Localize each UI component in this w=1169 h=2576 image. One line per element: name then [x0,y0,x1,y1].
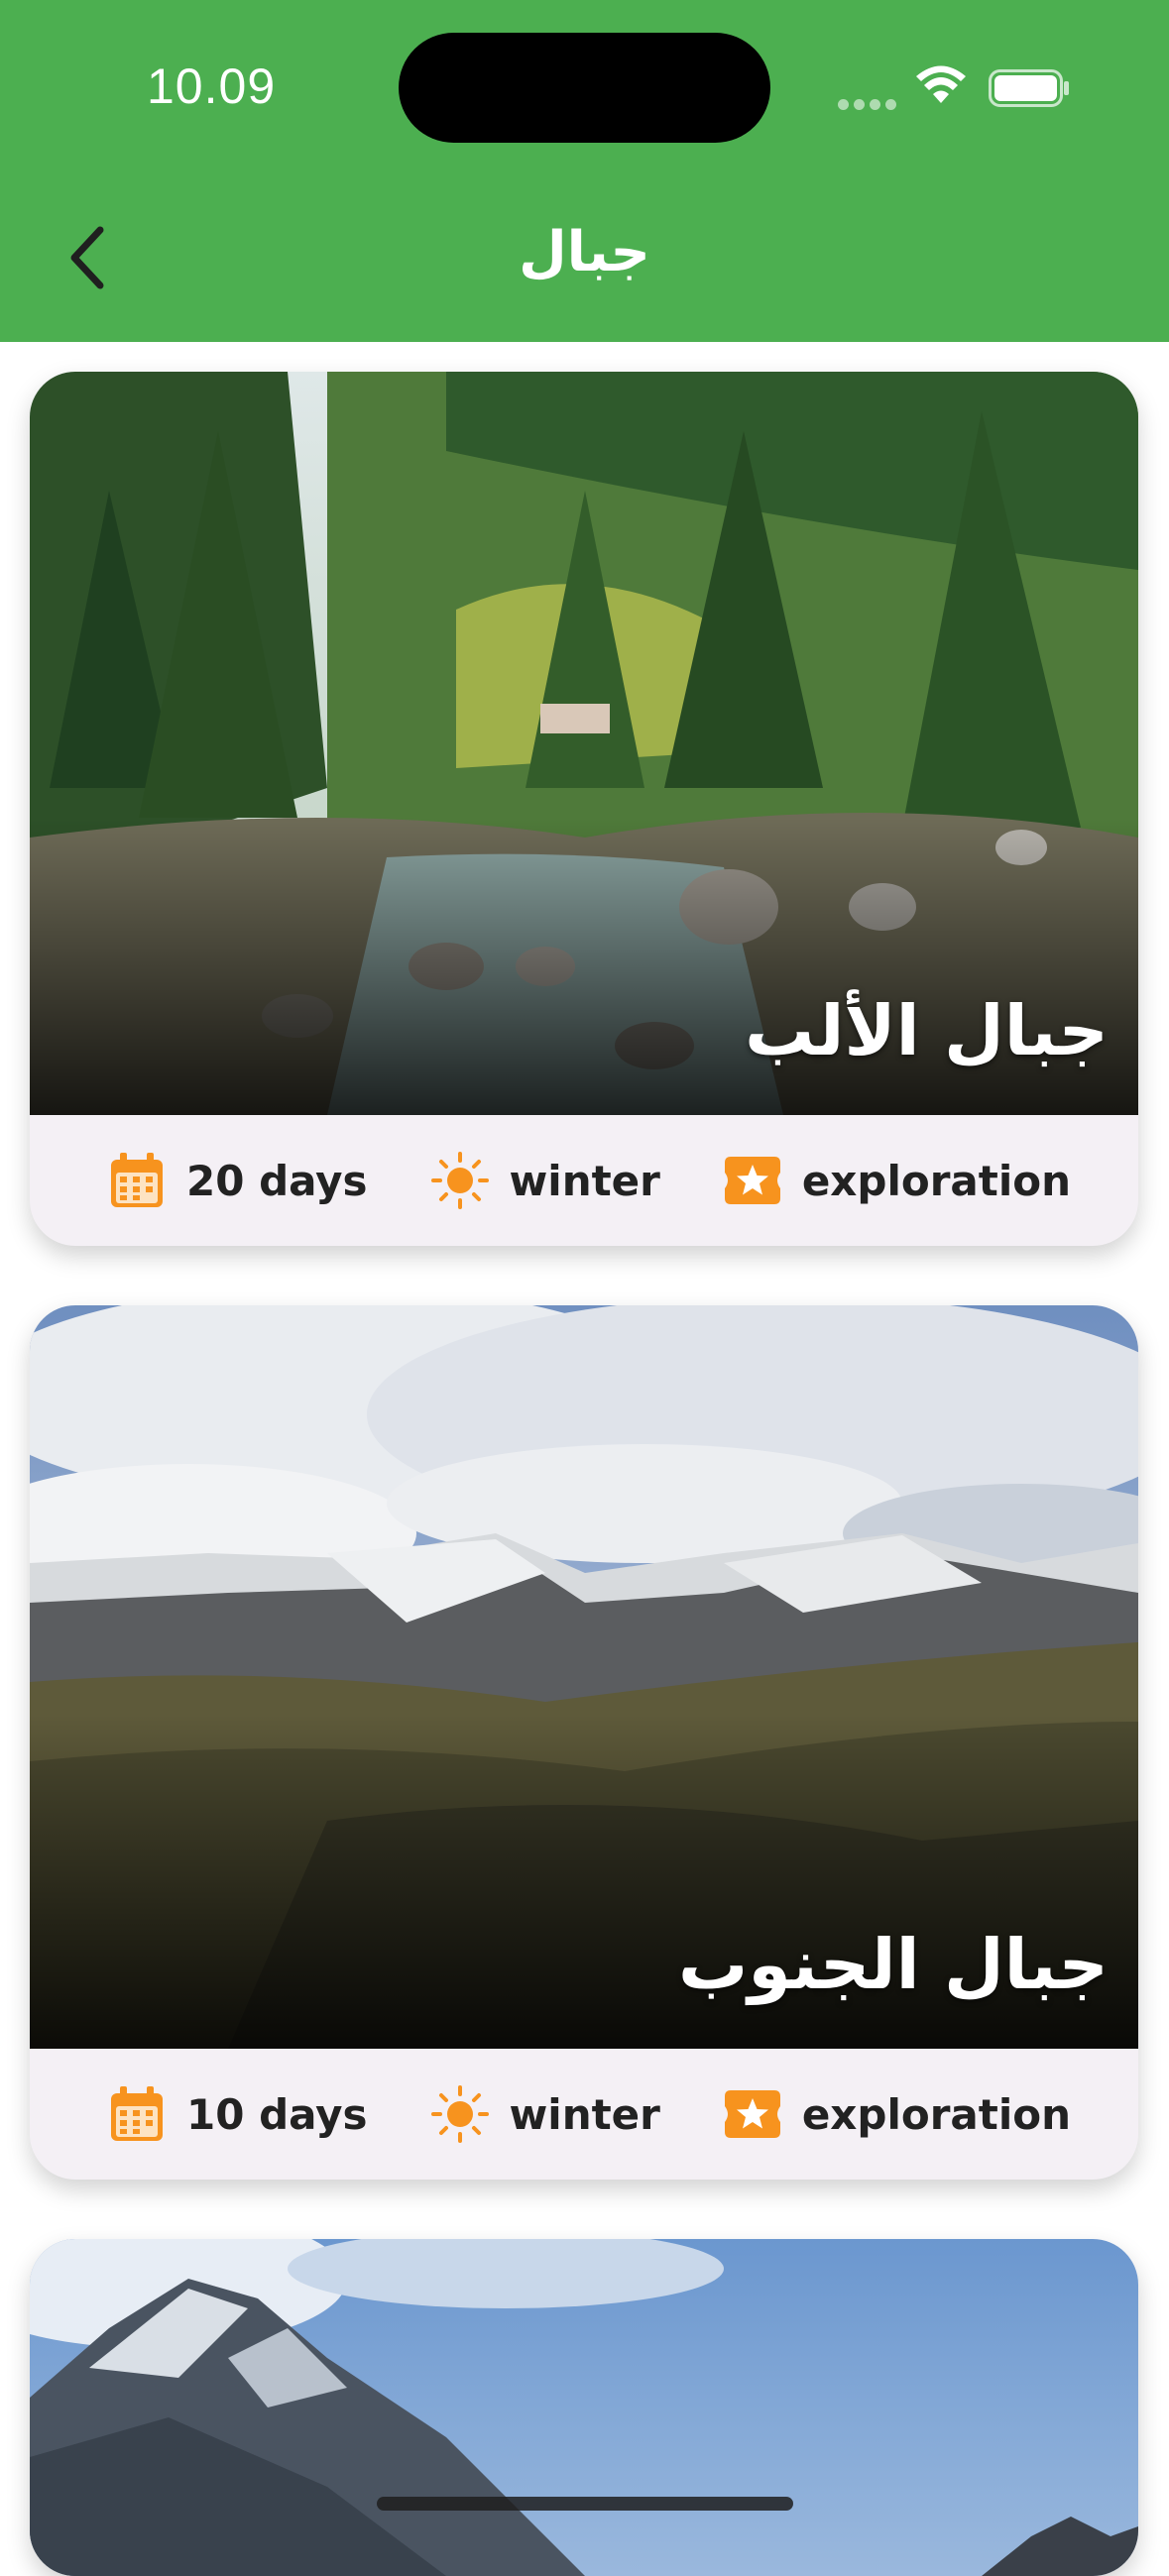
type-info: exploration [723,2084,1071,2144]
trip-card[interactable]: جبال الألب 20 days winter exploration [30,372,1138,1246]
season-info: winter [430,1151,660,1210]
star-badge-icon [724,1157,780,1204]
duration-info: 10 days [107,2084,368,2144]
wifi-icon [916,65,966,103]
season-info: winter [430,2084,660,2144]
trip-image: جبال الألب [30,372,1138,1115]
star-badge-icon [724,2090,780,2138]
trip-image: جبال الجنوب [30,1305,1138,2049]
trip-meta: 10 days winter exploration [30,2049,1138,2180]
duration-text: 20 days [186,1156,368,1205]
trip-image [30,2239,1138,2576]
sun-icon [430,2085,489,2143]
type-info: exploration [723,1151,1071,1210]
status-time: 10.09 [147,58,277,114]
trip-card[interactable] [30,2239,1138,2576]
duration-text: 10 days [186,2089,368,2139]
app-bar: 10.09 جبال [0,0,1169,342]
trip-card[interactable]: جبال الجنوب 10 days winter exploration [30,1305,1138,2180]
home-indicator [377,2497,793,2511]
signal-icon [838,95,901,114]
calendar-icon [111,1153,163,1207]
battery-icon [989,69,1069,107]
duration-info: 20 days [107,1151,368,1210]
status-icons [838,59,1076,111]
calendar-icon [111,2086,163,2141]
season-text: winter [509,2089,660,2139]
page-title: جبال [519,220,650,284]
dynamic-island [399,33,770,143]
type-text: exploration [801,1156,1071,1205]
trip-title: جبال الألب [745,990,1109,1071]
type-text: exploration [801,2089,1071,2139]
trip-title: جبال الجنوب [678,1924,1109,2005]
trip-meta: 20 days winter exploration [30,1115,1138,1246]
sun-icon [430,1152,489,1209]
season-text: winter [509,1156,660,1205]
